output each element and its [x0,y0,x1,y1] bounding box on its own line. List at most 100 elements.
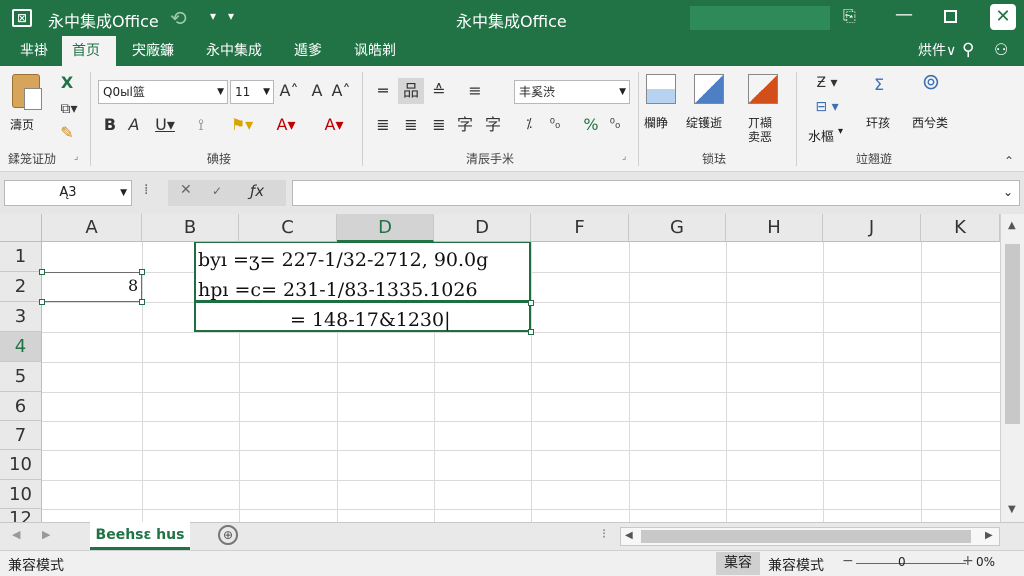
grow-font-icon[interactable]: A˄ [278,78,300,104]
vertical-scrollbar[interactable]: ▲ ▼ [1000,214,1024,522]
font-size-combo[interactable]: 11 ▼ [230,80,274,104]
tab-integration[interactable]: 永中集成 [196,36,272,66]
bold-icon[interactable]: B [100,112,120,138]
column-header[interactable]: G [629,214,726,242]
dialog-launcher-icon[interactable]: ⌟ [74,152,78,162]
number-format-icon[interactable]: ⁒ [518,112,540,138]
row-header[interactable]: 5 [0,362,42,392]
column-header[interactable]: H [726,214,823,242]
styles-btn2[interactable]: 绽镬逝 [686,114,722,131]
ribbon-display-icon[interactable]: ⎘ [843,6,856,26]
column-header[interactable]: K [921,214,1000,242]
align-bottom-icon[interactable]: ≙ [428,78,450,104]
shrink-font-icon[interactable]: A [306,78,328,104]
maximize-icon[interactable] [944,10,957,23]
tab-file[interactable]: 芈褂 [10,36,58,66]
column-header[interactable]: D [434,214,531,242]
row-header[interactable]: 10 [0,480,42,509]
zoom-slider[interactable] [856,563,966,564]
dialog-launcher-icon[interactable]: ⌟ [622,152,626,162]
tab-review[interactable]: 遁爹 [284,36,332,66]
selection-handle[interactable] [528,329,534,335]
align-left-icon[interactable]: ≣ [372,112,394,138]
table-format-icon[interactable] [694,74,724,104]
decrease-indent-icon[interactable]: 字 [454,112,476,138]
column-header[interactable]: A [42,214,142,242]
row-header[interactable]: 10 [0,450,42,480]
edit-btn1[interactable]: 玕孩 [866,114,890,131]
cut-icon[interactable]: X [56,70,78,96]
selection-handle[interactable] [39,269,45,275]
tab-view[interactable]: 讽皓剃 [344,36,406,66]
scroll-thumb[interactable] [1005,244,1020,424]
comma-icon[interactable]: ⁰₀ [604,112,626,138]
horizontal-scrollbar[interactable]: ◀ ▶ [620,527,1000,546]
tab-insert[interactable]: 宊廠鐮 [122,36,184,66]
scroll-down-icon[interactable]: ▼ [1008,504,1016,515]
insert-cells-icon[interactable]: Ƶ ▾ [804,70,850,96]
zoom-percent[interactable]: 0% [976,555,995,569]
cells-btn[interactable]: 水樞 [808,126,834,145]
name-box[interactable]: Ą3 ▼ [4,180,132,206]
align-middle-icon[interactable]: 品 [398,78,424,104]
italic-icon[interactable]: A [124,112,144,138]
percent-icon[interactable]: % [580,112,602,138]
selection-handle[interactable] [139,269,145,275]
styles-btn3b[interactable]: 卖恶 [748,128,772,145]
edit-btn2[interactable]: 西兮类 [912,114,948,131]
spreadsheet-grid[interactable]: A B C D D F G H J K 1 2 3 4 5 6 7 10 10 … [0,214,1000,526]
search-box[interactable] [690,6,830,30]
cancel-entry-icon[interactable]: ✕ [180,182,192,198]
fill-color-icon[interactable]: ⚑▾ [224,112,260,138]
increase-indent-icon[interactable]: 字 [482,112,504,138]
view-mode-box[interactable]: 菓容 [716,552,760,575]
sum-icon[interactable]: Σ [866,72,892,98]
zoom-in-icon[interactable]: + [962,553,974,569]
tab-splitter-icon[interactable]: ⁝ [602,527,606,542]
tab-home[interactable]: 首页 [62,36,116,66]
add-sheet-icon[interactable]: ⊕ [218,525,238,545]
share-icon[interactable]: ⚇ [994,40,1008,59]
customize-toolbar-icon[interactable]: ▾ [210,9,216,23]
conditional-format-icon[interactable] [646,74,676,104]
scroll-right-icon[interactable]: ▶ [985,530,993,541]
cell-styles-icon[interactable] [748,74,778,104]
clear-format-icon[interactable]: A˄ [330,78,352,104]
column-header[interactable]: D [337,214,434,242]
column-header[interactable]: J [823,214,921,242]
align-center-icon[interactable]: ≣ [400,112,422,138]
prev-sheet-icon[interactable]: ◀ [12,528,20,541]
underline-icon[interactable]: U▾ [150,112,180,138]
paste-button[interactable]: 濤页 [8,72,50,142]
zoom-out-icon[interactable]: − [842,553,854,569]
format-painter-icon[interactable]: ✎ [56,120,78,146]
formula-input[interactable]: ⌄ [292,180,1020,206]
sheet-tab-active[interactable]: Beehsɛ hus [90,522,190,550]
row-header[interactable]: 7 [0,421,42,450]
decimal-icon[interactable]: ⁰₀ [544,112,566,138]
close-button[interactable]: ✕ [990,4,1016,30]
selected-cell-b2[interactable] [42,272,142,302]
column-header[interactable]: C [239,214,337,242]
selection-handle[interactable] [528,300,534,306]
row-header[interactable]: 3 [0,302,42,332]
minimize-icon[interactable]: — [895,4,913,25]
tab-more-menu[interactable]: 烘件∨ [908,36,966,66]
styles-btn1[interactable]: 欄睁 [644,114,668,131]
quick-access-icon[interactable]: ▾ [228,9,234,23]
collapse-ribbon-icon[interactable]: ⌃ [1004,154,1014,168]
row-header[interactable]: 4 [0,332,42,362]
row-header[interactable]: 1 [0,242,42,272]
scroll-up-icon[interactable]: ▲ [1008,220,1016,231]
align-style-combo[interactable]: 丰奚渋 ▼ [514,80,630,104]
font-color-icon[interactable]: A▾ [268,112,304,138]
select-all-corner[interactable] [0,214,42,242]
find-select-icon[interactable]: ⊚ [914,70,948,96]
row-header[interactable]: 2 [0,272,42,302]
selection-handle[interactable] [39,299,45,305]
column-header[interactable]: F [531,214,629,242]
scroll-left-icon[interactable]: ◀ [625,530,633,541]
font-color-2-icon[interactable]: A▾ [316,112,352,138]
insert-function-icon[interactable]: ƒx [250,182,264,200]
border-icon[interactable]: ⟟ [188,112,214,138]
